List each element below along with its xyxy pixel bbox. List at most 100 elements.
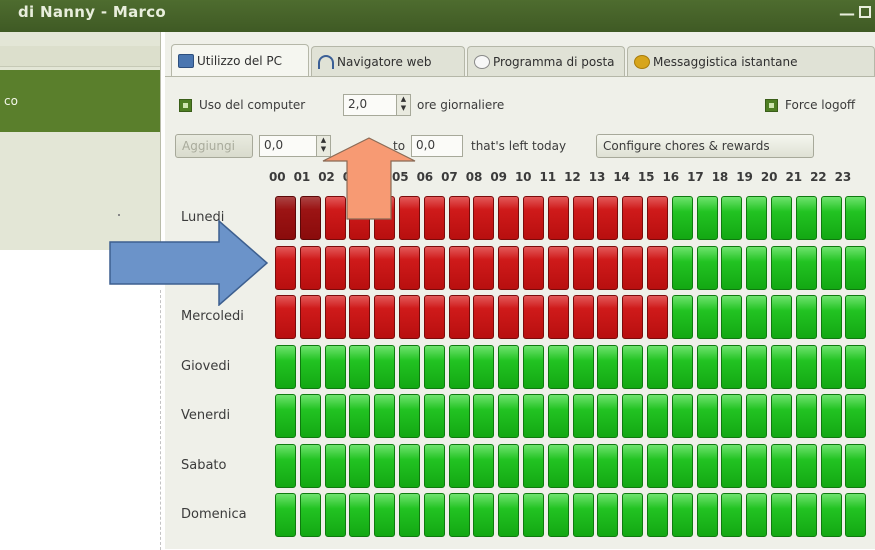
schedule-cell[interactable] bbox=[423, 443, 445, 488]
schedule-cell[interactable] bbox=[498, 394, 520, 438]
schedule-cell[interactable] bbox=[721, 394, 743, 438]
schedule-cell[interactable] bbox=[473, 196, 495, 240]
tab-pc-usage[interactable]: Utilizzo del PC bbox=[171, 44, 309, 76]
schedule-cell[interactable] bbox=[448, 394, 470, 438]
schedule-cell[interactable] bbox=[845, 295, 867, 339]
schedule-cell[interactable] bbox=[473, 443, 495, 488]
schedule-cell[interactable] bbox=[523, 196, 544, 240]
schedule-cell[interactable] bbox=[771, 295, 792, 339]
schedule-cell[interactable] bbox=[721, 443, 743, 488]
schedule-cell[interactable] bbox=[423, 295, 445, 339]
schedule-cell[interactable] bbox=[448, 295, 470, 339]
schedule-cell[interactable] bbox=[498, 245, 520, 290]
schedule-cell[interactable] bbox=[423, 344, 445, 389]
schedule-cell[interactable] bbox=[572, 344, 594, 389]
schedule-cell[interactable] bbox=[597, 394, 619, 438]
schedule-cell[interactable] bbox=[324, 295, 346, 339]
schedule-cell[interactable] bbox=[622, 344, 644, 389]
schedule-cell[interactable] bbox=[523, 245, 544, 290]
left-today-input[interactable]: 0,0 bbox=[411, 135, 463, 157]
schedule-cell[interactable] bbox=[448, 443, 470, 488]
configure-chores-button[interactable]: Configure chores & rewards bbox=[596, 134, 814, 158]
schedule-cell[interactable] bbox=[622, 196, 644, 240]
schedule-cell[interactable] bbox=[374, 245, 396, 290]
schedule-cell[interactable] bbox=[423, 245, 445, 290]
schedule-cell[interactable] bbox=[523, 344, 544, 389]
schedule-cell[interactable] bbox=[845, 196, 867, 240]
schedule-cell[interactable] bbox=[572, 245, 594, 290]
schedule-cell[interactable] bbox=[275, 394, 296, 438]
schedule-cell[interactable] bbox=[721, 196, 743, 240]
schedule-cell[interactable] bbox=[746, 443, 768, 488]
schedule-cell[interactable] bbox=[696, 443, 718, 488]
schedule-cell[interactable] bbox=[622, 394, 644, 438]
schedule-cell[interactable] bbox=[399, 443, 420, 488]
schedule-cell[interactable] bbox=[721, 344, 743, 389]
schedule-cell[interactable] bbox=[647, 245, 668, 290]
schedule-cell[interactable] bbox=[597, 295, 619, 339]
schedule-cell[interactable] bbox=[374, 443, 396, 488]
schedule-cell[interactable] bbox=[795, 344, 817, 389]
schedule-cell[interactable] bbox=[473, 493, 495, 537]
schedule-cell[interactable] bbox=[771, 344, 792, 389]
schedule-cell[interactable] bbox=[547, 196, 569, 240]
schedule-cell[interactable] bbox=[771, 443, 792, 488]
schedule-cell[interactable] bbox=[498, 493, 520, 537]
schedule-cell[interactable] bbox=[498, 344, 520, 389]
schedule-cell[interactable] bbox=[647, 493, 668, 537]
schedule-cell[interactable] bbox=[647, 196, 668, 240]
schedule-cell[interactable] bbox=[299, 245, 321, 290]
schedule-cell[interactable] bbox=[349, 493, 371, 537]
schedule-cell[interactable] bbox=[671, 493, 693, 537]
force-logoff-checkbox[interactable] bbox=[765, 99, 778, 112]
schedule-cell[interactable] bbox=[795, 245, 817, 290]
schedule-cell[interactable] bbox=[299, 443, 321, 488]
schedule-cell[interactable] bbox=[275, 493, 296, 537]
schedule-cell[interactable] bbox=[622, 493, 644, 537]
schedule-cell[interactable] bbox=[299, 493, 321, 537]
schedule-cell[interactable] bbox=[547, 394, 569, 438]
schedule-cell[interactable] bbox=[349, 295, 371, 339]
schedule-cell[interactable] bbox=[795, 443, 817, 488]
schedule-cell[interactable] bbox=[845, 245, 867, 290]
schedule-cell[interactable] bbox=[324, 344, 346, 389]
schedule-cell[interactable] bbox=[523, 493, 544, 537]
daily-hours-input[interactable]: 2,0 bbox=[343, 94, 397, 116]
schedule-cell[interactable] bbox=[523, 443, 544, 488]
tab-web-browser[interactable]: Navigatore web bbox=[311, 46, 465, 76]
schedule-cell[interactable] bbox=[820, 493, 842, 537]
schedule-cell[interactable] bbox=[746, 493, 768, 537]
schedule-cell[interactable] bbox=[572, 295, 594, 339]
schedule-cell[interactable] bbox=[845, 394, 867, 438]
sidebar-item-selected[interactable]: co bbox=[0, 70, 160, 132]
schedule-cell[interactable] bbox=[696, 245, 718, 290]
schedule-cell[interactable] bbox=[547, 245, 569, 290]
schedule-cell[interactable] bbox=[473, 295, 495, 339]
schedule-cell[interactable] bbox=[795, 493, 817, 537]
schedule-cell[interactable] bbox=[746, 295, 768, 339]
schedule-cell[interactable] bbox=[622, 245, 644, 290]
schedule-cell[interactable] bbox=[374, 295, 396, 339]
schedule-cell[interactable] bbox=[572, 196, 594, 240]
schedule-cell[interactable] bbox=[324, 443, 346, 488]
schedule-cell[interactable] bbox=[423, 394, 445, 438]
schedule-cell[interactable] bbox=[696, 493, 718, 537]
schedule-cell[interactable] bbox=[473, 344, 495, 389]
daily-hours-stepper[interactable]: ▲ ▼ bbox=[397, 94, 411, 116]
schedule-cell[interactable] bbox=[275, 295, 296, 339]
schedule-cell[interactable] bbox=[820, 344, 842, 389]
schedule-cell[interactable] bbox=[671, 245, 693, 290]
schedule-cell[interactable] bbox=[448, 196, 470, 240]
schedule-cell[interactable] bbox=[523, 295, 544, 339]
schedule-cell[interactable] bbox=[696, 344, 718, 389]
schedule-cell[interactable] bbox=[721, 295, 743, 339]
schedule-cell[interactable] bbox=[349, 394, 371, 438]
schedule-cell[interactable] bbox=[547, 344, 569, 389]
schedule-cell[interactable] bbox=[299, 295, 321, 339]
schedule-cell[interactable] bbox=[597, 493, 619, 537]
schedule-cell[interactable] bbox=[399, 245, 420, 290]
schedule-cell[interactable] bbox=[399, 493, 420, 537]
schedule-cell[interactable] bbox=[771, 493, 792, 537]
schedule-cell[interactable] bbox=[597, 443, 619, 488]
schedule-cell[interactable] bbox=[448, 344, 470, 389]
